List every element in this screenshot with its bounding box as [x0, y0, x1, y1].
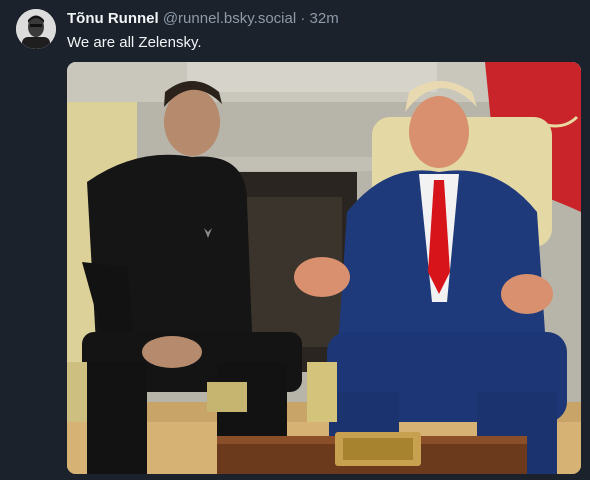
post-header: Tõnu Runnel @runnel.bsky.social · 32m [67, 10, 339, 28]
author-handle[interactable]: @runnel.bsky.social [163, 10, 296, 27]
meta-separator: · [300, 10, 306, 27]
photo-icon [67, 62, 581, 474]
embedded-photo[interactable] [67, 62, 581, 474]
post-card[interactable]: Tõnu Runnel @runnel.bsky.social · 32m We… [0, 0, 590, 480]
author-name[interactable]: Tõnu Runnel [67, 10, 159, 27]
avatar[interactable] [16, 9, 56, 49]
post-timestamp[interactable]: 32m [310, 10, 339, 27]
avatar-portrait-icon [16, 9, 56, 49]
post-text: We are all Zelensky. [67, 34, 202, 51]
